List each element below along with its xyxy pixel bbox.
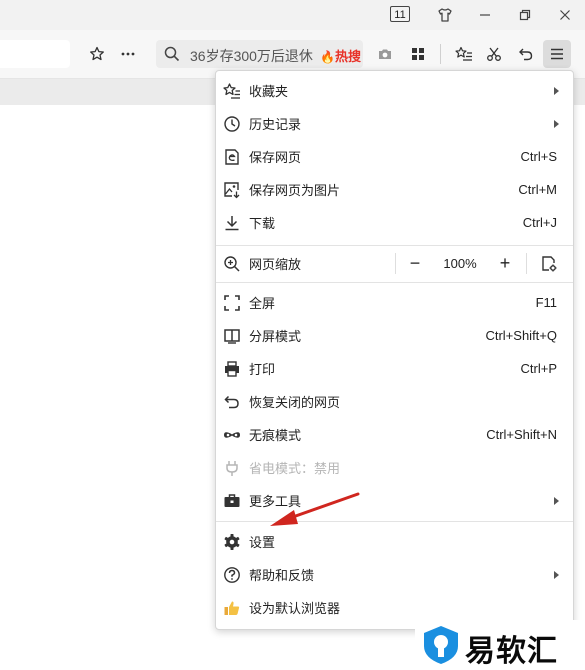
watermark: 易软汇 <box>415 620 585 669</box>
annotation-arrow <box>270 492 360 526</box>
watermark-text: 易软汇 <box>465 635 558 668</box>
watermark-logo-icon <box>421 624 461 666</box>
